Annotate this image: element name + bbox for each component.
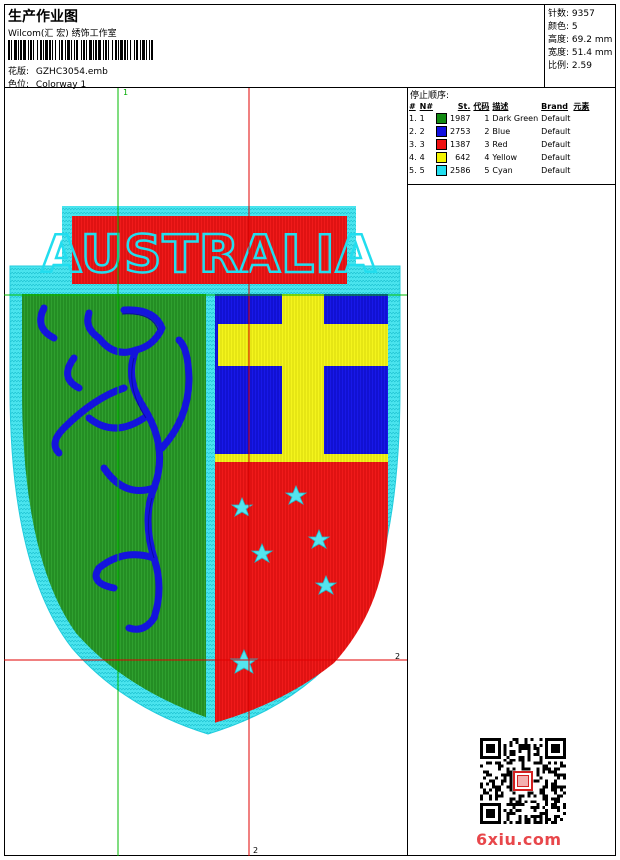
col-desc: 描述 [492,101,509,111]
color-sequence-table: # N# St. 代码 描述 Brand 元素 1. 1 1987 1 Dark Gre… [409,100,592,177]
guide-label-v1: 1 [123,88,129,97]
col-n: N# [419,101,434,111]
row-stitches: 2753 [450,127,471,136]
row-description: Blue [492,127,511,136]
design-file-name: GZHC3054.emb [35,67,108,77]
row-code: 1 [484,114,490,123]
row-number: 1 [419,114,425,123]
col-element: 元素 [573,101,590,111]
row-swatch [436,151,450,164]
design-label: 花版: [8,67,30,77]
row-element [573,164,592,177]
color-row[interactable]: 4. 4 642 4 Yellow Default [409,151,592,164]
color-swatch-icon [436,113,448,124]
embroidery-preview: AUSTRALIA [4,88,407,856]
row-swatch [436,164,450,177]
row-description: Yellow [492,153,518,162]
row-brand: Default [541,127,571,136]
row-stitches: 1387 [450,140,471,149]
col-index: # [409,101,416,111]
guide-label-v2: 2 [253,846,259,855]
row-number: 5 [419,166,425,175]
green-field [22,294,208,718]
row-stitches: 642 [455,153,471,162]
row-code: 3 [484,140,490,149]
row-brand: Default [541,114,571,123]
col-swatch [436,100,450,112]
row-number: 2 [419,127,425,136]
stat-stitches: 针数: 9357 [548,9,595,19]
yellow-stripe [214,454,388,462]
col-brand: Brand [541,101,569,111]
row-description: Red [492,140,508,149]
row-description: Dark Green [492,114,539,123]
stat-colors: 颜色: 5 [548,22,578,32]
row-index: 3. [409,140,417,149]
row-number: 3 [419,140,425,149]
row-index: 1. [409,114,417,123]
qr-code[interactable] [480,738,566,824]
color-row[interactable]: 5. 5 2586 5 Cyan Default [409,164,592,177]
guide-label-h2: 2 [395,652,401,661]
stop-sequence-panel: 停止顺序: # N# St. 代码 描述 Brand 元素 1. 1 1987 1 Da… [408,88,616,185]
color-swatch-icon [436,139,448,150]
row-element [573,112,592,125]
row-index: 5. [409,166,417,175]
row-element [573,125,592,138]
software-subtitle: Wilcom(汇 宏) 绣饰工作室 [8,29,117,39]
color-swatch-icon [436,126,448,137]
color-row[interactable]: 2. 2 2753 2 Blue Default [409,125,592,138]
row-index: 2. [409,127,417,136]
color-swatch-icon [436,152,448,163]
sheet-title: 生产作业图 [8,9,78,25]
stat-width: 宽度: 51.4 mm [548,48,613,58]
header-info: 生产作业图 Wilcom(汇 宏) 绣饰工作室 花版: GZHC3054.emb… [4,4,545,90]
row-brand: Default [541,166,571,175]
color-row[interactable]: 3. 3 1387 3 Red Default [409,138,592,151]
row-element [573,151,592,164]
col-stitches: St. [457,101,471,111]
design-file-row: 花版: GZHC3054.emb [8,64,108,77]
design-canvas[interactable]: AUSTRALIA 1 2 2 [4,88,408,856]
barcode [8,40,153,60]
row-swatch [436,112,450,125]
row-element [573,138,592,151]
row-index: 4. [409,153,417,162]
design-stats: 针数: 9357 颜色: 5 高度: 69.2 mm 宽度: 51.4 mm 比… [545,4,616,88]
row-swatch [436,125,450,138]
color-row[interactable]: 1. 1 1987 1 Dark Green Default [409,112,592,125]
stat-height: 高度: 69.2 mm [548,35,613,45]
row-swatch [436,138,450,151]
stat-scale: 比例: 2.59 [548,61,592,71]
col-code: 代码 [473,101,490,111]
site-watermark: 6xiu.com [476,830,562,849]
row-code: 5 [484,166,490,175]
row-number: 4 [419,153,425,162]
row-brand: Default [541,140,571,149]
banner-text: AUSTRALIA [41,225,377,285]
row-stitches: 1987 [450,114,471,123]
yellow-cross-vertical [282,294,324,454]
row-description: Cyan [492,166,513,175]
row-code: 2 [484,127,490,136]
row-code: 4 [484,153,490,162]
table-header-row: # N# St. 代码 描述 Brand 元素 [409,100,592,112]
row-stitches: 2586 [450,166,471,175]
color-swatch-icon [436,165,448,176]
row-brand: Default [541,153,571,162]
